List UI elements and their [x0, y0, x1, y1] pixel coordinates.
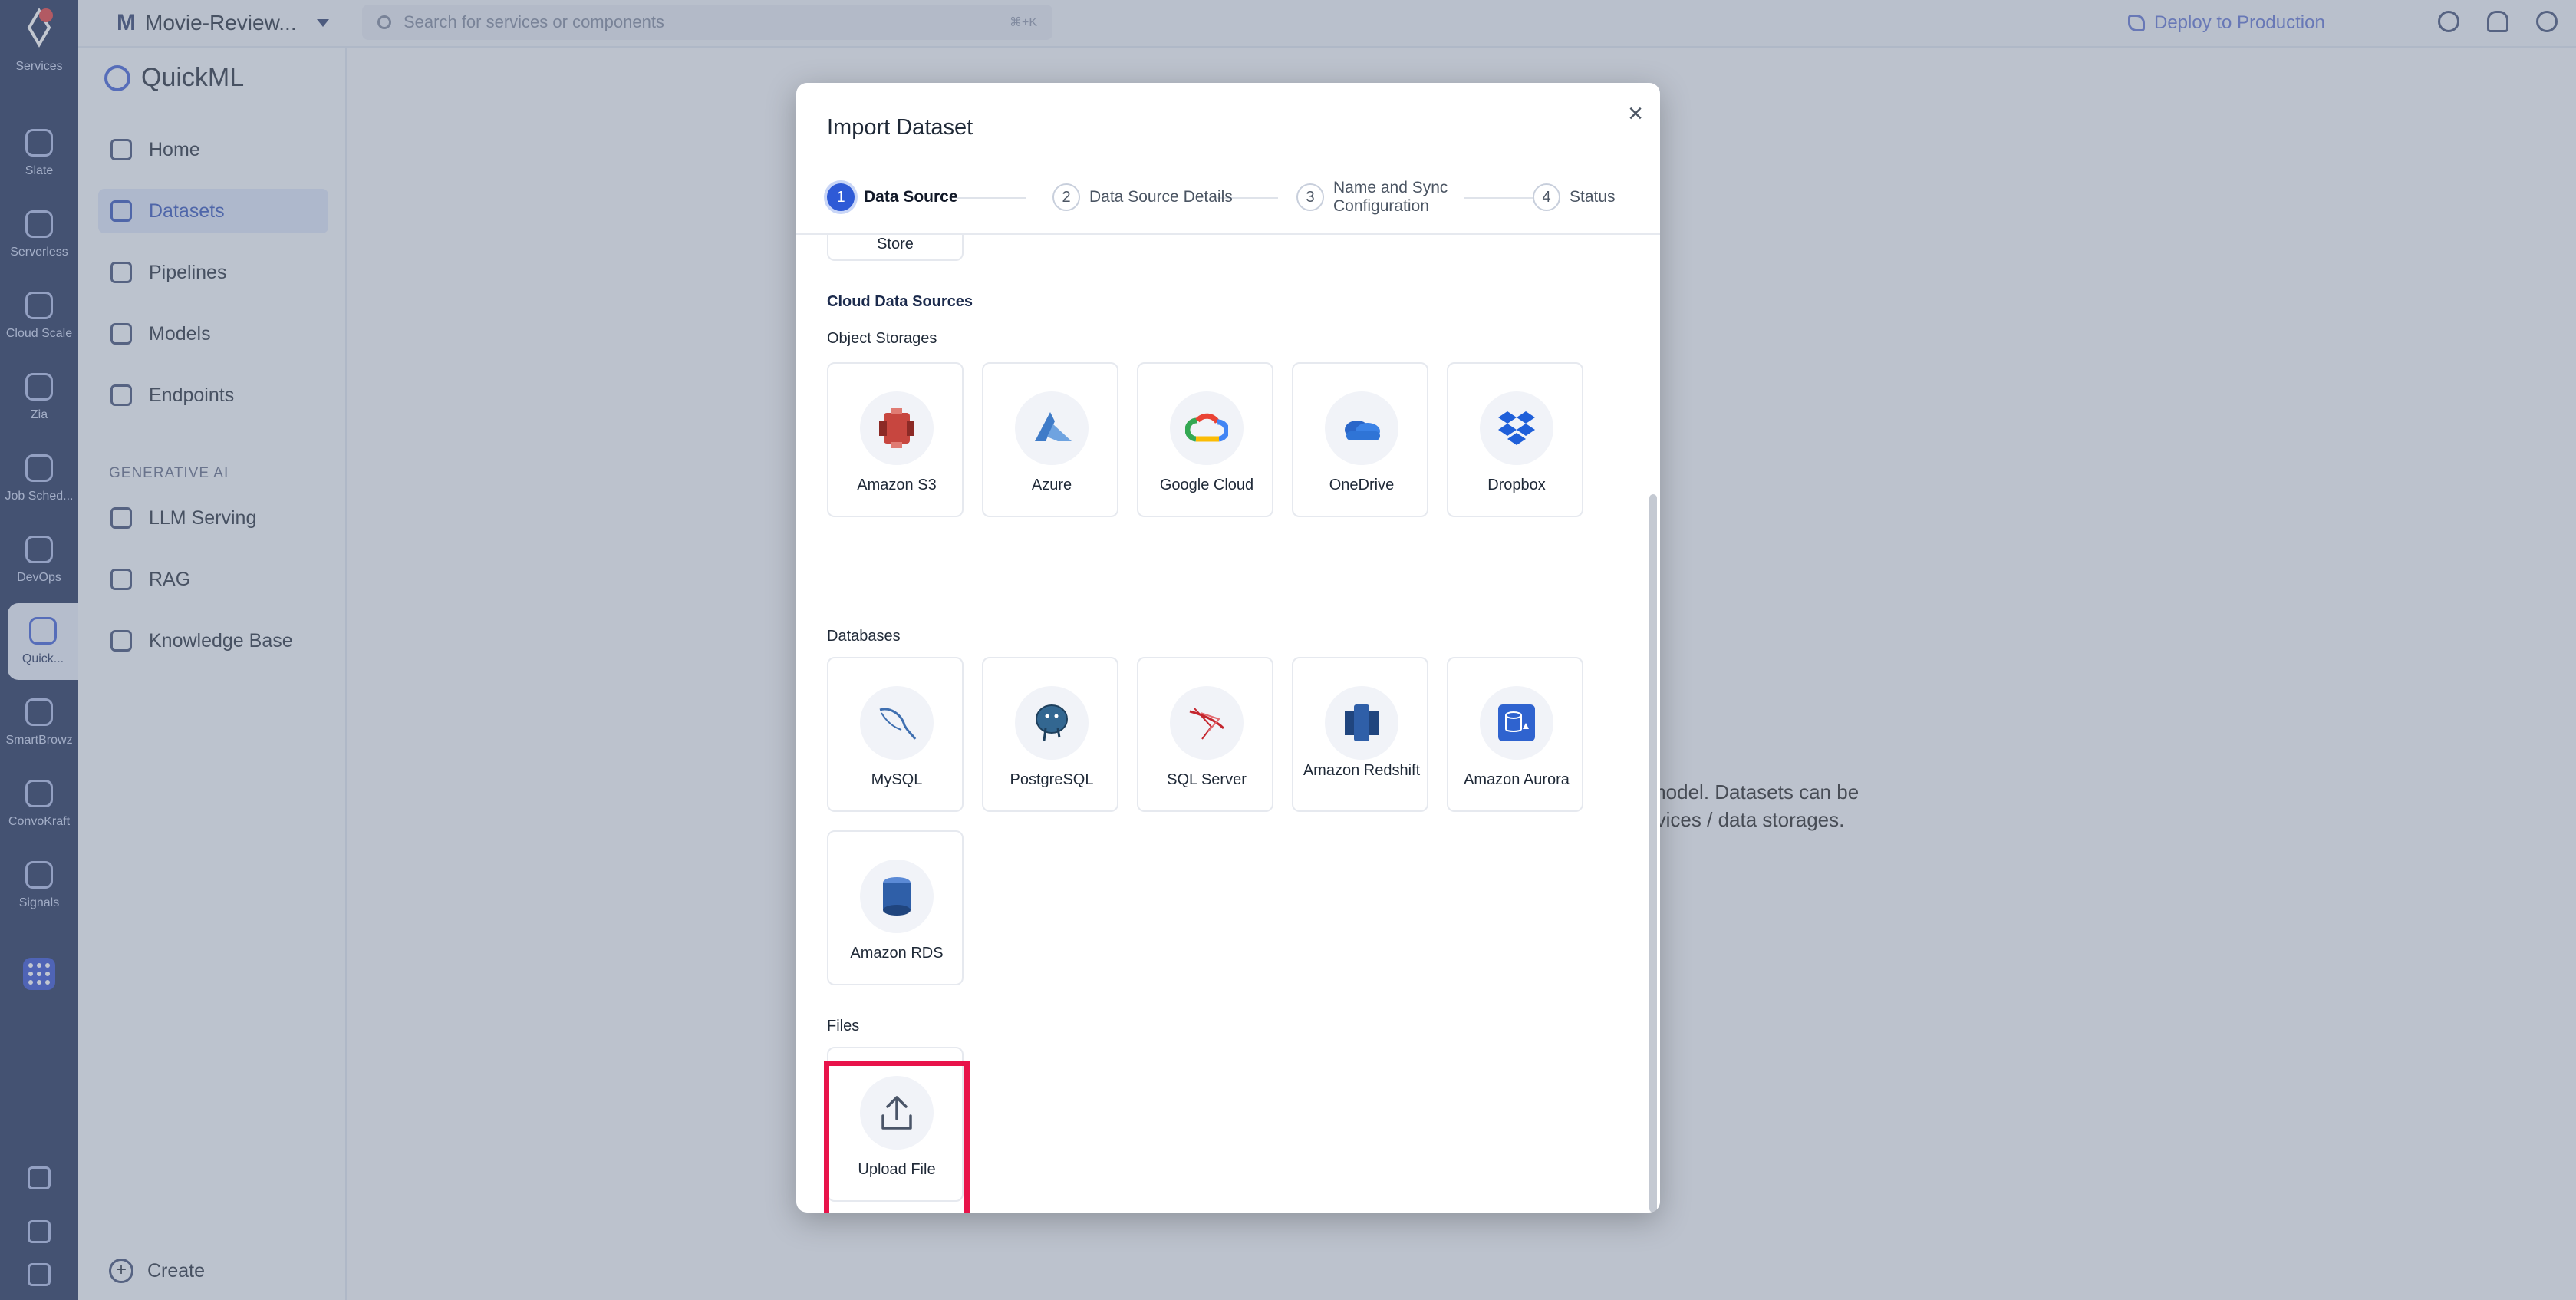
- data-source-scroll-area[interactable]: Store Cloud Data Sources Object Storages…: [796, 235, 1660, 1213]
- files-heading: Files: [827, 1018, 860, 1034]
- sql-server-icon: [1170, 686, 1244, 760]
- amazon-s3-icon: [860, 391, 934, 465]
- step-data-source-details: 2 Data Source Details: [1052, 170, 1233, 224]
- data-source-card-dropbox[interactable]: Dropbox: [1447, 362, 1583, 517]
- modal-title: Import Dataset: [827, 115, 973, 140]
- databases-grid: MySQL PostgreSQL SQL Server Amazon Redsh…: [827, 657, 1583, 985]
- import-dataset-modal: Import Dataset × 1 Data Source 2 Data So…: [796, 83, 1660, 1213]
- data-source-card-amazon-s3[interactable]: Amazon S3: [827, 362, 964, 517]
- data-source-card-store[interactable]: Store: [827, 235, 964, 261]
- databases-heading: Databases: [827, 628, 901, 645]
- data-source-card-postgresql[interactable]: PostgreSQL: [982, 657, 1118, 812]
- step-status: 4 Status: [1533, 170, 1616, 224]
- azure-icon: [1015, 391, 1089, 465]
- dropbox-icon: [1480, 391, 1553, 465]
- step-data-source: 1 Data Source: [827, 170, 958, 224]
- data-source-card-sql-server[interactable]: SQL Server: [1137, 657, 1273, 812]
- stepper: 1 Data Source 2 Data Source Details 3 Na…: [827, 170, 1632, 224]
- data-source-card-amazon-redshift[interactable]: Amazon Redshift: [1292, 657, 1428, 812]
- step-name-and-sync: 3 Name and Sync Configuration: [1296, 170, 1465, 224]
- data-source-card-google-cloud[interactable]: Google Cloud: [1137, 362, 1273, 517]
- data-source-card-onedrive[interactable]: OneDrive: [1292, 362, 1428, 517]
- amazon-redshift-icon: [1325, 686, 1398, 760]
- postgresql-icon: [1015, 686, 1089, 760]
- google-cloud-icon: [1170, 391, 1244, 465]
- data-source-card-amazon-rds[interactable]: Amazon RDS: [827, 830, 964, 985]
- amazon-rds-icon: [860, 860, 934, 933]
- data-source-card-amazon-aurora[interactable]: Amazon Aurora: [1447, 657, 1583, 812]
- object-storages-heading: Object Storages: [827, 330, 937, 347]
- amazon-aurora-icon: [1480, 686, 1553, 760]
- mysql-icon: [860, 686, 934, 760]
- object-storages-grid: Amazon S3 Azure Google Cloud OneDrive Dr…: [827, 362, 1583, 517]
- data-source-card-mysql[interactable]: MySQL: [827, 657, 964, 812]
- upload-file-highlight: [824, 1061, 970, 1213]
- onedrive-icon: [1325, 391, 1398, 465]
- cloud-data-sources-heading: Cloud Data Sources: [827, 293, 973, 310]
- close-icon[interactable]: ×: [1619, 97, 1652, 130]
- data-source-card-azure[interactable]: Azure: [982, 362, 1118, 517]
- modal-scrollbar-thumb[interactable]: [1649, 494, 1657, 1213]
